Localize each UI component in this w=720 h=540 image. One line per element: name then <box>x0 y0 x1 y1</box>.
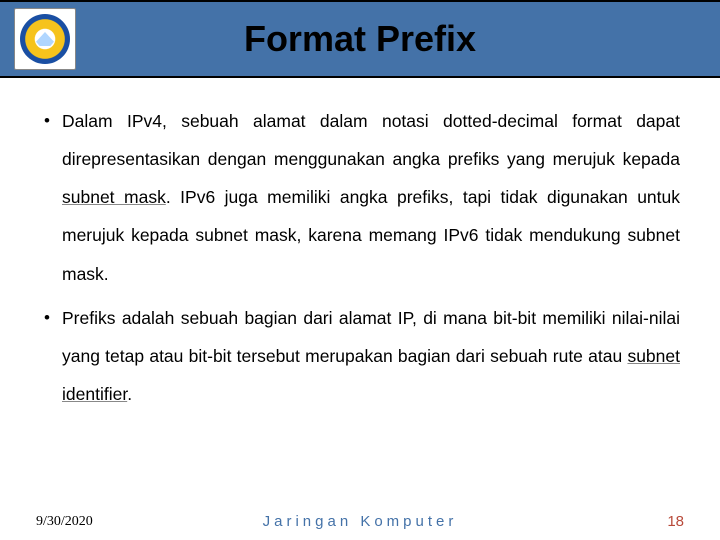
list-item: Dalam IPv4, sebuah alamat dalam notasi d… <box>40 102 680 293</box>
logo-ship-icon <box>36 32 54 46</box>
footer-date: 9/30/2020 <box>36 514 93 530</box>
slide-title: Format Prefix <box>0 18 720 60</box>
footer-center-title: Jaringan Komputer <box>263 513 458 530</box>
list-item: Prefiks adalah sebuah bagian dari alamat… <box>40 299 680 413</box>
body-text: Prefiks adalah sebuah bagian dari alamat… <box>62 308 680 366</box>
bullet-list: Dalam IPv4, sebuah alamat dalam notasi d… <box>40 102 680 413</box>
university-logo <box>14 8 76 70</box>
slide-footer: 9/30/2020 Jaringan Komputer 18 <box>0 513 720 530</box>
slide-header: Format Prefix <box>0 0 720 78</box>
underlined-term: subnet mask <box>62 187 166 207</box>
logo-emblem-icon <box>20 14 70 64</box>
footer-page-number: 18 <box>667 513 684 530</box>
body-text: . <box>127 384 132 404</box>
body-text: Dalam IPv4, sebuah alamat dalam notasi d… <box>62 111 680 169</box>
slide-body: Dalam IPv4, sebuah alamat dalam notasi d… <box>0 78 720 413</box>
